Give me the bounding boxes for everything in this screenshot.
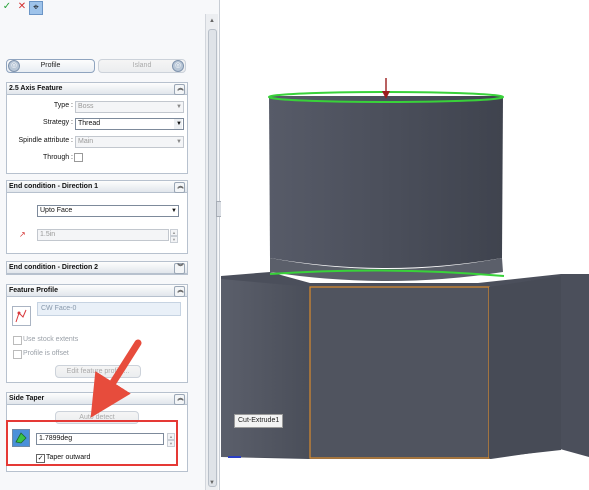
spindle-dropdown: Main ▼ (75, 136, 184, 148)
top-toolbar: ✓ ✕ ⌖ (0, 0, 210, 15)
highlight-rectangle (6, 420, 178, 466)
end-condition-2-header[interactable]: End condition - Direction 2 ︾ (7, 262, 187, 274)
close-icon[interactable]: ✕ (16, 1, 28, 13)
side-taper-header[interactable]: Side Taper ︽ (7, 393, 187, 405)
axis-feature-section: 2.5 Axis Feature ︽ Type : Boss ▼ Strategy … (6, 82, 188, 174)
dropdown-arrow-icon[interactable]: ▼ (174, 119, 182, 129)
scroll-thumb[interactable] (208, 29, 217, 487)
feature-tooltip: Cut-Extrude1 (234, 414, 284, 428)
island-label: Island (132, 62, 152, 69)
property-manager-panel: ✓ ✕ ⌖ Profile Island ◎ ◎ 2.5 Axis Featur… (0, 0, 220, 490)
scroll-up-arrow-icon[interactable]: ▲ (208, 17, 216, 25)
profile-sketch-icon (12, 306, 31, 326)
dropdown-arrow-icon[interactable]: ▼ (169, 206, 177, 216)
through-label: Through : (43, 154, 73, 161)
end-condition-2-section: End condition - Direction 2 ︾ (6, 261, 188, 275)
dropdown-arrow-icon: ▼ (176, 139, 182, 145)
spindle-label: Spindle attribute : (18, 137, 73, 144)
side-taper-title: Side Taper (9, 395, 45, 402)
chevron-up-icon[interactable]: ︽ (174, 286, 185, 297)
feature-profile-section: Feature Profile ︽ CW Face-0 Use stock ext… (6, 284, 188, 383)
profile-icon: ◎ (8, 60, 20, 72)
use-stock-label: Use stock extents (23, 336, 79, 343)
chevron-up-icon[interactable]: ︽ (174, 394, 185, 405)
hex-right-face (489, 276, 561, 458)
end-condition-1-header[interactable]: End condition - Direction 1 ︽ (7, 181, 187, 193)
dropdown-arrow-icon: ▼ (176, 104, 182, 110)
hex-front-face (309, 286, 490, 459)
strategy-label: Strategy : (43, 119, 73, 126)
axis-feature-title: 2.5 Axis Feature (9, 85, 63, 92)
depth-icon: ↗ (19, 230, 26, 239)
check-icon[interactable]: ✓ (1, 1, 13, 13)
panel-scrollbar[interactable]: ▲ ▼ (205, 14, 218, 490)
profile-list-item[interactable]: CW Face-0 (37, 302, 181, 316)
type-dropdown: Boss ▼ (75, 101, 184, 113)
profile-offset-checkbox (13, 350, 22, 359)
type-label: Type : (53, 102, 73, 109)
cylinder-body (269, 96, 503, 268)
profile-offset-label: Profile is offset (23, 350, 69, 357)
pushpin-icon[interactable]: ⌖ (29, 1, 43, 15)
scroll-down-arrow-icon[interactable]: ▼ (208, 479, 216, 487)
depth-stepper: ▲ ▼ (170, 229, 178, 243)
axis-feature-header[interactable]: 2.5 Axis Feature ︽ (7, 83, 187, 95)
use-stock-checkbox (13, 336, 22, 345)
edit-feature-profile-button: Edit feature profile... (55, 365, 141, 378)
strategy-dropdown[interactable]: Thread ▼ (75, 118, 184, 130)
end-condition-1-title: End condition - Direction 1 (9, 183, 99, 190)
chevron-up-icon[interactable]: ︽ (174, 84, 185, 95)
depth-input: 1.5in (37, 229, 169, 241)
through-checkbox[interactable] (74, 153, 83, 162)
chevron-down-icon[interactable]: ︾ (174, 263, 185, 274)
island-icon: ◎ (172, 60, 184, 72)
end-condition-1-section: End condition - Direction 1 ︽ Upto Face ▼ … (6, 180, 188, 254)
hex-left-face (221, 279, 310, 457)
feature-profile-header[interactable]: Feature Profile ︽ (7, 285, 187, 297)
feature-profile-title: Feature Profile (9, 287, 59, 294)
end-condition-2-title: End condition - Direction 2 (9, 264, 99, 271)
end-condition-dropdown[interactable]: Upto Face ▼ (37, 205, 179, 217)
chevron-up-icon[interactable]: ︽ (174, 182, 185, 193)
